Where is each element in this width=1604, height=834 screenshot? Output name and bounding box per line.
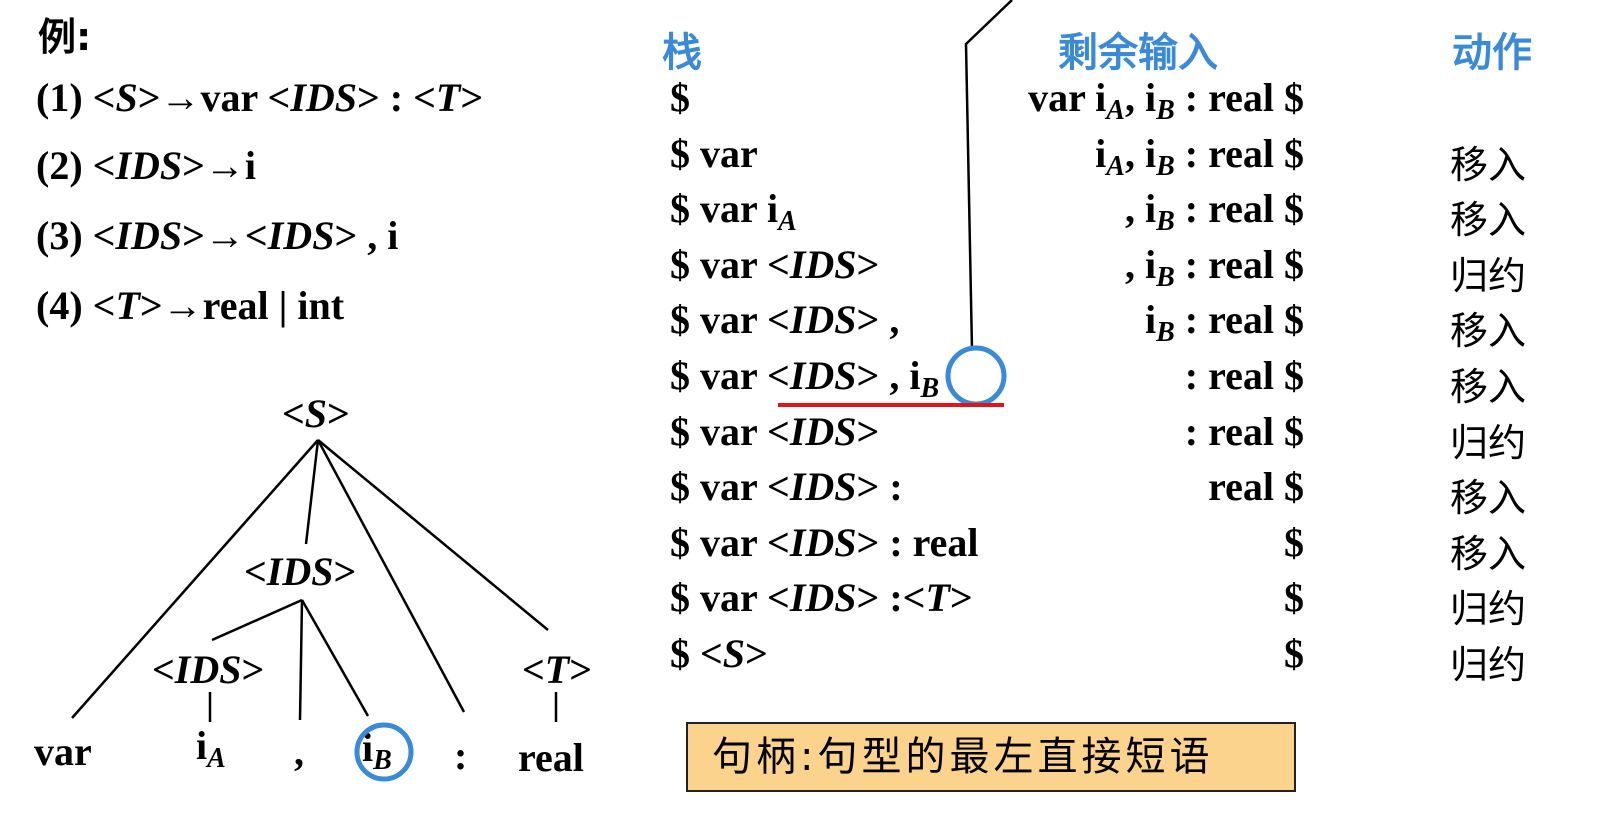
edge-s-ids — [304, 439, 320, 545]
edge-s-colon — [316, 439, 466, 713]
edge-ids-ib — [300, 599, 370, 717]
tree-ib-highlight-circle — [354, 722, 414, 782]
edge-ids-comma — [298, 599, 304, 721]
edge-s-var — [71, 439, 319, 719]
diagram-lines — [71, 0, 1013, 782]
pointer-line — [964, 0, 1013, 351]
stack-ib-highlight-circle — [945, 345, 1007, 407]
handle-definition-callout: 句柄:句型的最左直接短语 — [686, 722, 1296, 792]
edge-s-t — [317, 439, 549, 631]
edge-ids-child — [211, 598, 303, 642]
